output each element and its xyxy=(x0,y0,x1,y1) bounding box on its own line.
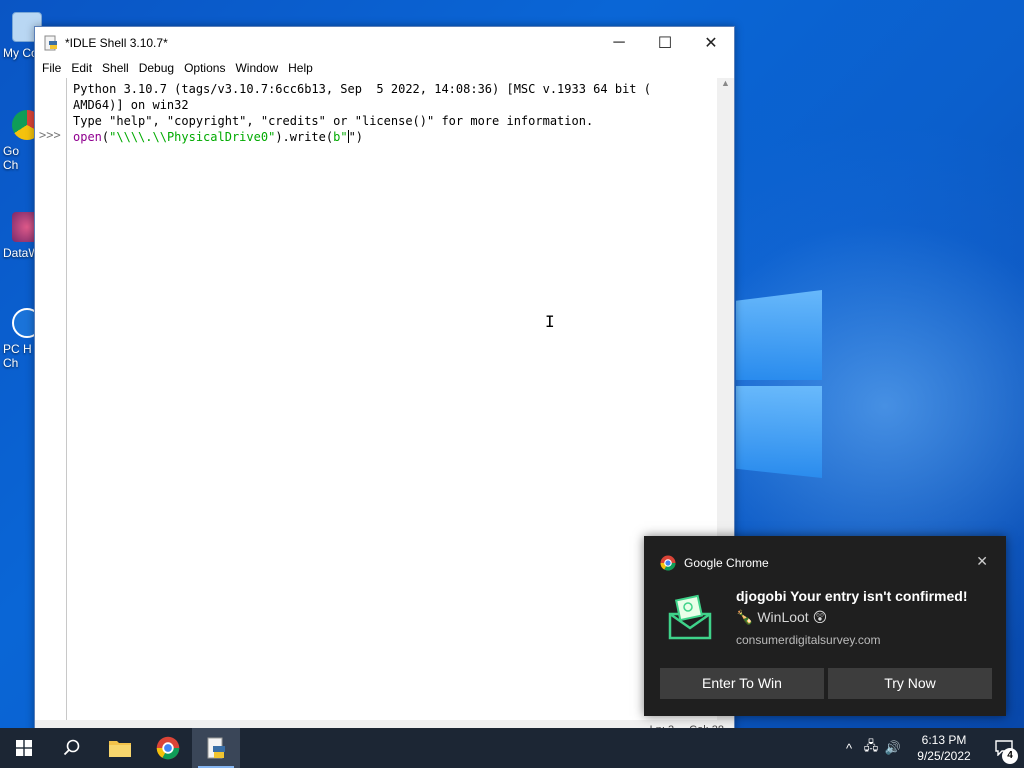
network-icon[interactable]: 🖧 xyxy=(860,737,882,759)
menu-options[interactable]: Options xyxy=(179,61,230,75)
enter-to-win-button[interactable]: Enter To Win xyxy=(660,668,824,699)
minimize-button[interactable]: ─ xyxy=(596,27,642,58)
menu-window[interactable]: Window xyxy=(230,61,283,75)
notification-count-badge: 4 xyxy=(1002,748,1018,764)
idle-shell-window[interactable]: *IDLE Shell 3.10.7* ─ ☐ ✕ File Edit Shel… xyxy=(34,26,735,740)
windows-start-icon xyxy=(16,740,32,756)
taskbar: ^ 🖧 🔊 6:13 PM 9/25/2022 4 xyxy=(0,728,1024,768)
menu-help[interactable]: Help xyxy=(283,61,318,75)
menu-bar: File Edit Shell Debug Options Window Hel… xyxy=(35,58,734,78)
volume-icon[interactable]: 🔊 xyxy=(882,740,904,756)
chrome-icon xyxy=(660,555,676,571)
menu-debug[interactable]: Debug xyxy=(134,61,179,75)
code-builtin: open xyxy=(73,130,102,144)
banner-line-1: Python 3.10.7 (tags/v3.10.7:6cc6b13, Sep… xyxy=(73,82,651,96)
close-button[interactable]: ✕ xyxy=(688,27,734,58)
start-button[interactable] xyxy=(0,728,48,768)
try-now-button[interactable]: Try Now xyxy=(828,668,992,699)
search-icon xyxy=(63,739,80,756)
chrome-notification[interactable]: Google Chrome ✕ djogobi Your entry isn't… xyxy=(644,536,1006,716)
prompt-gutter: >>> xyxy=(35,78,67,720)
menu-file[interactable]: File xyxy=(37,61,66,75)
shell-editor[interactable]: >>> Python 3.10.7 (tags/v3.10.7:6cc6b13,… xyxy=(35,78,734,740)
shell-text[interactable]: Python 3.10.7 (tags/v3.10.7:6cc6b13, Sep… xyxy=(73,81,713,145)
scroll-up-icon[interactable]: ▲ xyxy=(717,78,734,92)
bottle-icon: 🍾 xyxy=(736,609,754,625)
money-envelope-icon xyxy=(668,594,712,640)
input-line[interactable]: open("\\\\.\\PhysicalDrive0").write(b"") xyxy=(73,129,713,145)
window-title: *IDLE Shell 3.10.7* xyxy=(65,35,168,50)
notification-headline: djogobi Your entry isn't confirmed! xyxy=(736,588,968,604)
menu-edit[interactable]: Edit xyxy=(66,61,97,75)
taskbar-chrome[interactable] xyxy=(144,728,192,768)
clock-time: 6:13 PM xyxy=(921,733,967,747)
menu-shell[interactable]: Shell xyxy=(97,61,134,75)
taskbar-idle[interactable] xyxy=(192,728,240,768)
action-center-button[interactable]: 4 xyxy=(984,728,1024,768)
python-file-icon xyxy=(44,35,57,50)
python-idle-icon xyxy=(207,737,225,759)
maximize-button[interactable]: ☐ xyxy=(642,27,688,58)
folder-icon xyxy=(109,741,131,757)
search-button[interactable] xyxy=(48,728,96,768)
chrome-icon xyxy=(156,736,180,760)
notification-app-name: Google Chrome xyxy=(684,556,769,570)
clock-date: 9/25/2022 xyxy=(917,749,971,763)
notification-subline: 🍾 WinLoot 😲 xyxy=(736,609,827,626)
taskbar-file-explorer[interactable] xyxy=(96,728,144,768)
code-close: ") xyxy=(348,130,364,144)
banner-line-3: Type "help", "copyright", "credits" or "… xyxy=(73,114,594,128)
title-bar[interactable]: *IDLE Shell 3.10.7* ─ ☐ ✕ xyxy=(35,27,734,58)
banner-line-2: AMD64)] on win32 xyxy=(73,98,189,112)
notification-subline-text: WinLoot 😲 xyxy=(757,609,828,625)
ibeam-cursor-icon: I xyxy=(545,312,555,331)
shell-prompt: >>> xyxy=(39,128,61,142)
code-method: ).write( xyxy=(275,130,334,144)
chevron-up-icon[interactable]: ^ xyxy=(838,741,860,756)
close-icon[interactable]: ✕ xyxy=(976,553,988,570)
notification-domain: consumerdigitalsurvey.com xyxy=(736,633,881,647)
code-bytes: b" xyxy=(333,130,348,144)
windows-logo-wallpaper xyxy=(736,290,822,478)
system-tray: ^ 🖧 🔊 6:13 PM 9/25/2022 4 xyxy=(838,728,1024,768)
taskbar-clock[interactable]: 6:13 PM 9/25/2022 xyxy=(904,732,984,764)
code-string: "\\\\.\\PhysicalDrive0" xyxy=(109,130,276,144)
notification-header: Google Chrome xyxy=(660,555,769,571)
